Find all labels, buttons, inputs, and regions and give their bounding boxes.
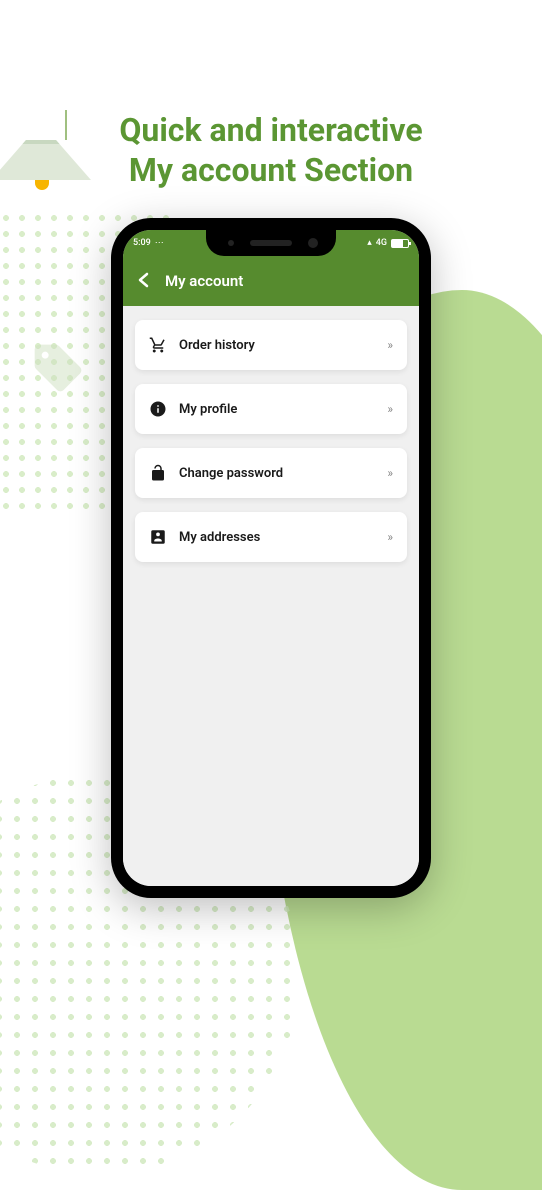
- phone-frame: 5:09 ⋯ ▴ 4G My account: [111, 218, 431, 898]
- address-icon: [149, 528, 167, 546]
- status-time: 5:09: [133, 238, 151, 248]
- cart-icon: [149, 336, 167, 354]
- menu-label: Order history: [179, 338, 375, 353]
- chevron-right-icon: »: [387, 338, 393, 352]
- page-headline: Quick and interactive My account Section: [0, 110, 542, 190]
- content-area: Order history » My profile » Change pass…: [123, 306, 419, 886]
- signal-icon: ▴: [367, 238, 372, 248]
- menu-item-my-addresses[interactable]: My addresses »: [135, 512, 407, 562]
- info-icon: [149, 400, 167, 418]
- menu-item-change-password[interactable]: Change password »: [135, 448, 407, 498]
- chevron-right-icon: »: [387, 402, 393, 416]
- headline-line1: Quick and interactive: [119, 111, 422, 149]
- headline-line2: My account Section: [129, 151, 413, 189]
- menu-item-my-profile[interactable]: My profile »: [135, 384, 407, 434]
- phone-screen: 5:09 ⋯ ▴ 4G My account: [123, 230, 419, 886]
- back-button[interactable]: [137, 269, 149, 293]
- phone-notch: [206, 230, 336, 256]
- menu-label: Change password: [179, 466, 375, 481]
- menu-item-order-history[interactable]: Order history »: [135, 320, 407, 370]
- header-title: My account: [165, 272, 243, 290]
- network-label: 4G: [376, 238, 387, 248]
- menu-label: My profile: [179, 402, 375, 417]
- menu-label: My addresses: [179, 530, 375, 545]
- lock-icon: [149, 464, 167, 482]
- chevron-right-icon: »: [387, 530, 393, 544]
- battery-icon: [391, 239, 409, 248]
- chevron-right-icon: »: [387, 466, 393, 480]
- status-icons-left: ⋯: [155, 238, 164, 248]
- chevron-left-icon: [137, 272, 149, 288]
- sale-tag-icon: [30, 340, 86, 396]
- app-header: My account: [123, 256, 419, 306]
